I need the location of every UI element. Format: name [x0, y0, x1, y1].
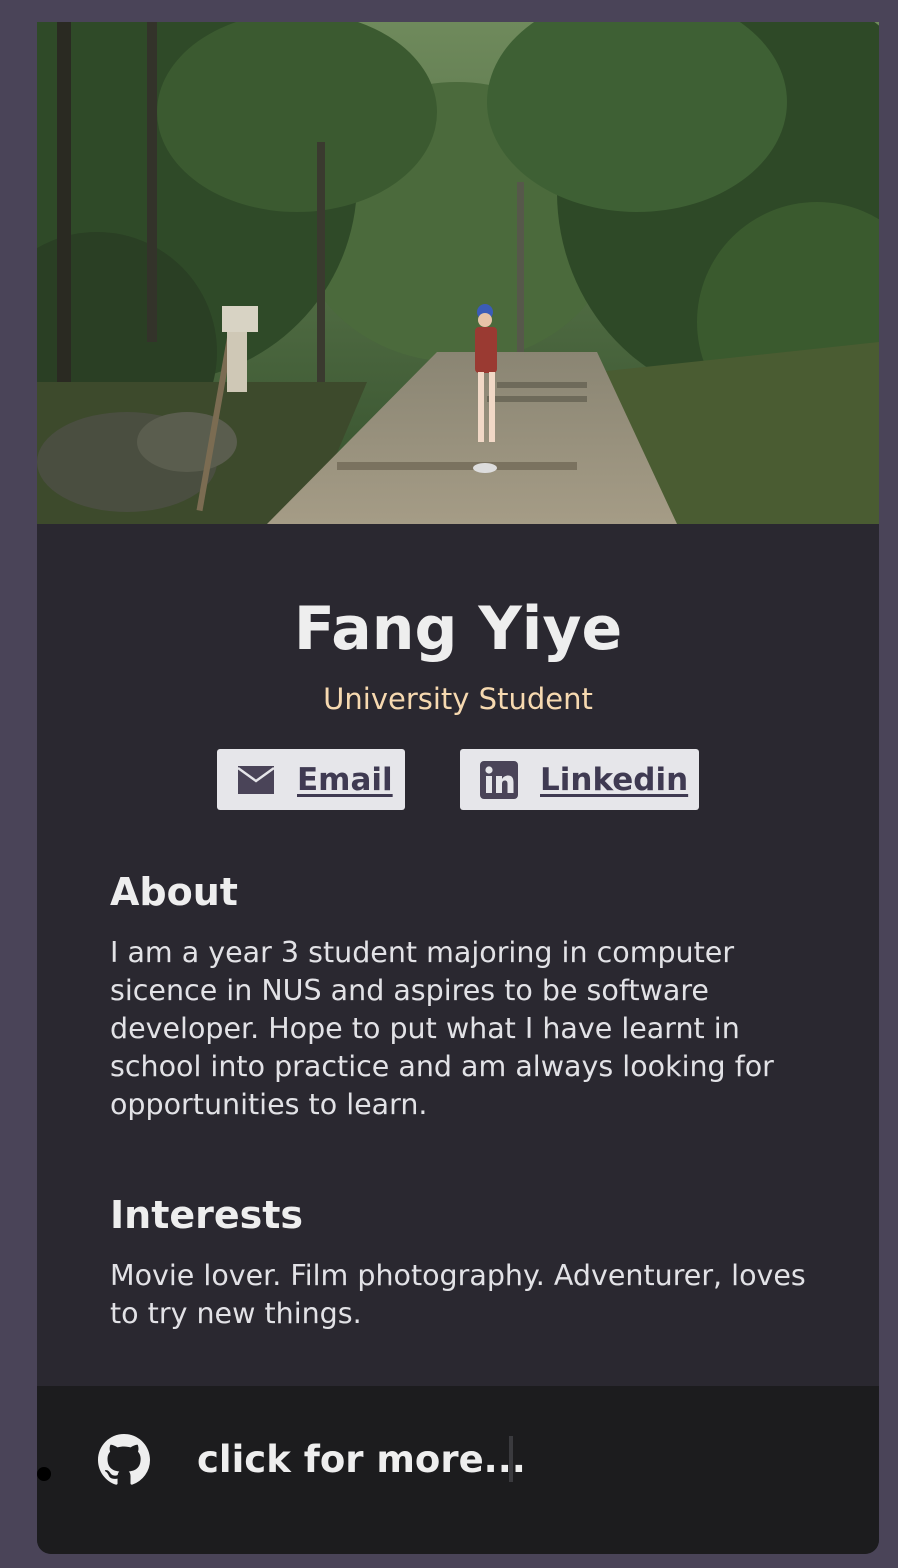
interests-text: Movie lover. Film photography. Adventure… — [110, 1259, 806, 1330]
about-text: I am a year 3 student majoring in comput… — [110, 936, 774, 1121]
list-bullet — [37, 1467, 51, 1481]
envelope-icon — [237, 761, 275, 799]
profile-card: Fang Yiye University Student Email Linke… — [37, 22, 879, 1554]
email-button[interactable]: Email — [217, 749, 405, 810]
profile-photo — [37, 22, 879, 524]
github-icon[interactable] — [98, 1434, 150, 1486]
footer: click for more... — [37, 1386, 879, 1554]
profile-title: University Student — [323, 682, 593, 716]
about-heading: About — [110, 870, 238, 914]
email-label: Email — [297, 761, 393, 798]
profile-name: Fang Yiye — [293, 594, 623, 664]
text-cursor — [509, 1436, 513, 1482]
more-link[interactable]: click for more... — [197, 1438, 526, 1481]
interests-heading: Interests — [110, 1193, 304, 1237]
linkedin-label: Linkedin — [540, 761, 689, 798]
linkedin-icon — [480, 760, 518, 799]
linkedin-button[interactable]: Linkedin — [460, 749, 699, 810]
